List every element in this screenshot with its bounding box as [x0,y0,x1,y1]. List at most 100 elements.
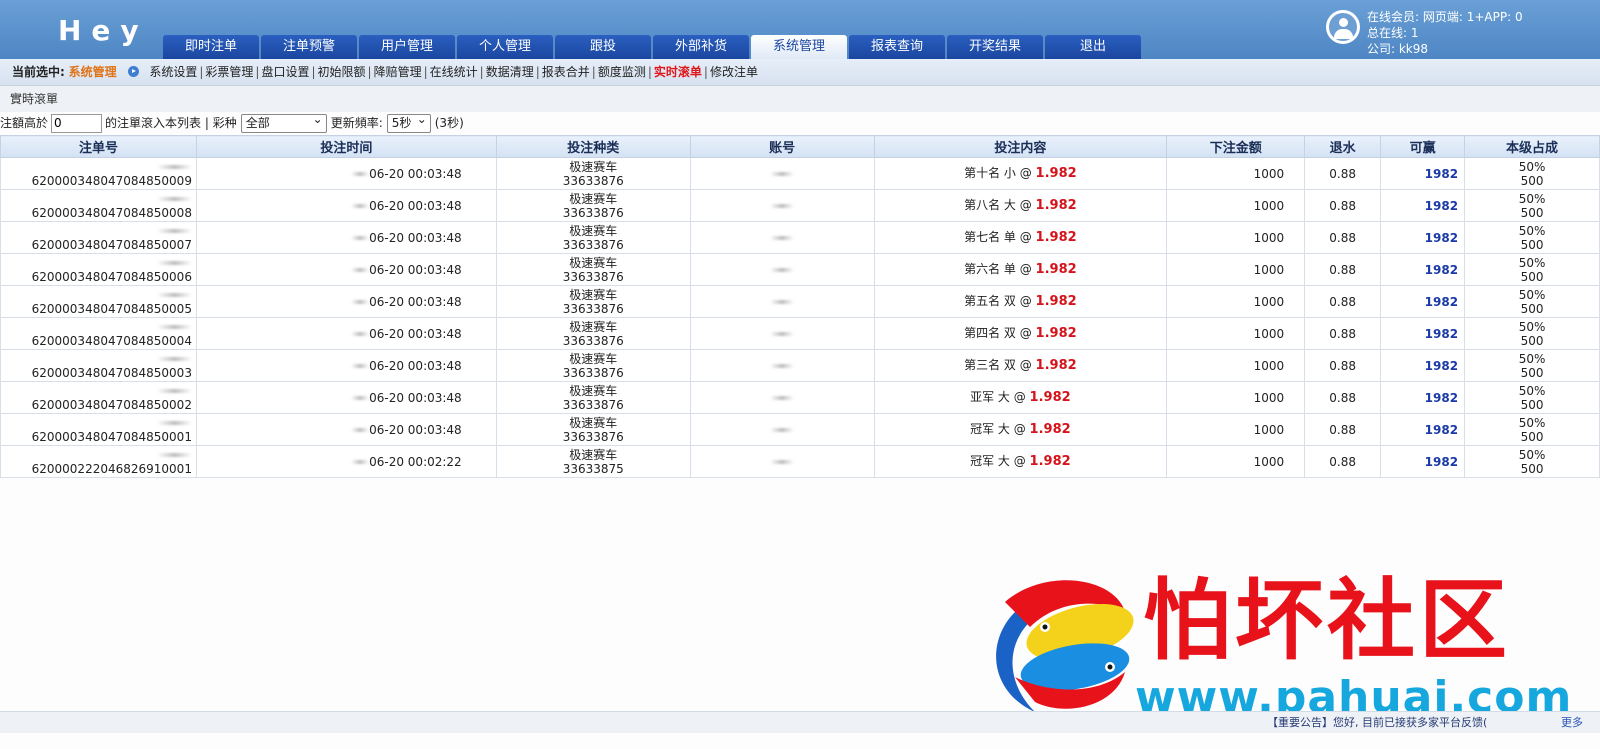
bet-content-cell: 冠军 大 @ 1.982 [873,445,1168,478]
nav-tab[interactable]: 外部补货 [653,35,749,59]
odds-value: 1.982 [1029,390,1071,405]
share-percent: 50% [1518,319,1546,334]
redacted-blur [156,325,192,329]
order-number-cell: 620000222046826910001 [0,445,197,478]
account-cell [689,445,875,478]
redacted-blur [156,165,192,169]
share-cell: 50% 500 [1464,253,1600,286]
column-header: 可赢 [1380,135,1466,158]
share-amount: 500 [1520,461,1544,476]
nav-tab[interactable]: 退出 [1045,35,1141,59]
redacted-blur [770,236,795,240]
company-name: 公司: kk98 [1367,42,1429,56]
bet-type-cell: 极速赛车 33633876 [495,349,691,382]
bet-time: 06-20 00:03:48 [369,198,462,213]
share-cell: 50% 500 [1464,349,1600,382]
nav-tab[interactable]: 跟投 [555,35,651,59]
separator: | [199,65,204,79]
share-percent: 50% [1518,223,1546,238]
redacted-blur [156,261,192,265]
redacted-blur [351,300,370,304]
column-header: 退水 [1304,135,1382,158]
nav-tab[interactable]: 即时注单 [163,35,259,59]
sub-nav-link[interactable]: 降赔管理 [374,65,422,79]
sub-nav-link[interactable]: 系统设置 [149,65,197,79]
sub-nav-link[interactable]: 彩票管理 [205,65,253,79]
share-amount: 500 [1520,301,1544,316]
bet-content-cell: 第八名 大 @ 1.982 [873,189,1168,222]
odds-value: 1.982 [1035,198,1077,213]
bet-content: 第七名 单 @ [964,230,1032,244]
order-number: 620000222046826910001 [31,461,192,476]
redacted-blur [351,236,370,240]
account-cell [689,381,875,414]
redacted-blur [156,453,192,457]
user-info: 在线会员: 网页端: 1+APP: 0 总在线: 1 公司: kk98 [1367,9,1523,57]
user-avatar-icon [1326,10,1360,44]
bet-content-cell: 第七名 单 @ 1.982 [873,221,1168,254]
odds-value: 1.982 [1035,262,1077,277]
nav-tab[interactable]: 注单预警 [261,35,357,59]
sub-nav-link[interactable]: 在线统计 [430,65,478,79]
redacted-blur [770,428,795,432]
bet-content: 第八名 大 @ [964,198,1032,212]
account-cell [689,285,875,318]
table-row: 620000348047084850006 06-20 00:03:48 极速赛车 3… [0,253,1600,286]
column-header: 账号 [689,135,875,158]
bet-type-cell: 极速赛车 33633876 [495,285,691,318]
account-cell [689,349,875,382]
game-name: 极速赛车 [569,415,618,430]
sub-nav-link[interactable]: 额度监测 [598,65,646,79]
issue-number: 33633876 [562,429,624,444]
order-number-cell: 620000348047084850004 [0,317,197,350]
win-amount: 1982 [1380,445,1466,478]
bet-time: 06-20 00:03:48 [369,422,462,437]
redacted-blur [770,204,795,208]
announcement-ticker[interactable]: 【重要公告】您好, 目前已接获多家平台反馈( [1267,712,1487,734]
odds-value: 1.982 [1035,294,1077,309]
share-amount: 500 [1520,205,1544,220]
sub-nav-link[interactable]: 初始限额 [318,65,366,79]
nav-tab[interactable]: 开奖结果 [947,35,1043,59]
sub-nav-link[interactable]: 实时滚单 [654,65,702,79]
lottery-filter-label: 的注單滾入本列表 | 彩种 [105,116,237,130]
win-amount: 1982 [1380,189,1466,222]
order-number: 620000348047084850002 [31,397,192,412]
nav-tab[interactable]: 个人管理 [457,35,553,59]
sub-nav-link[interactable]: 修改注单 [710,65,758,79]
redacted-blur [156,357,192,361]
table-row: 620000348047084850001 06-20 00:03:48 极速赛车 3… [0,413,1600,446]
bet-amount: 1000 [1166,381,1306,414]
bet-type-cell: 极速赛车 33633875 [495,445,691,478]
more-link[interactable]: 更多 [1561,712,1583,734]
separator: | [423,65,428,79]
issue-number: 33633876 [562,173,624,188]
bet-time-cell: 06-20 00:02:22 [195,445,497,478]
amount-threshold-input[interactable] [51,113,103,133]
game-name: 极速赛车 [569,383,618,398]
bet-amount: 1000 [1166,221,1306,254]
redacted-blur [351,172,370,176]
share-percent: 50% [1518,351,1546,366]
nav-tab[interactable]: 用户管理 [359,35,455,59]
sub-nav-link[interactable]: 数据清理 [486,65,534,79]
share-cell: 50% 500 [1464,285,1600,318]
sub-nav-link[interactable]: 盘口设置 [261,65,309,79]
order-number: 620000348047084850001 [31,429,192,444]
separator: | [311,65,316,79]
arrow-right-icon [128,66,140,77]
odds-value: 1.982 [1035,326,1077,341]
bet-time-cell: 06-20 00:03:48 [195,413,497,446]
sub-nav-link[interactable]: 报表合并 [542,65,590,79]
bet-type-cell: 极速赛车 33633876 [495,253,691,286]
online-members: 在线会员: 网页端: 1+APP: 0 [1367,10,1523,24]
refresh-rate-select[interactable]: 5秒 [386,111,431,133]
redacted-blur [351,364,370,368]
lottery-select[interactable]: 全部 [240,111,327,133]
bet-time-cell: 06-20 00:03:48 [195,253,497,286]
nav-tab[interactable]: 报表查询 [849,35,945,59]
nav-tab[interactable]: 系统管理 [751,35,847,59]
watermark-title: 怕坏社区 [1143,568,1512,672]
refresh-rate-value: 5秒 [391,115,412,130]
bet-content: 第三名 双 @ [964,358,1032,372]
